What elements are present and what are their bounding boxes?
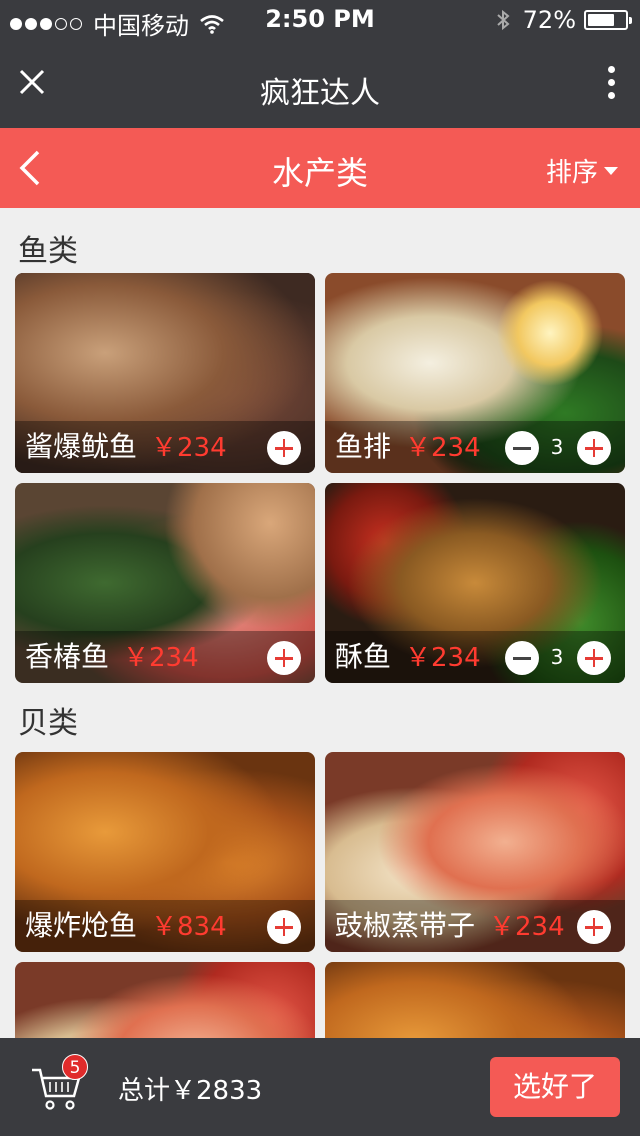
dish-price: ￥234: [123, 643, 199, 673]
dish-price: ￥234: [489, 912, 565, 942]
remove-button[interactable]: [505, 431, 539, 465]
dish-name: 鱼排: [335, 430, 392, 463]
dish-card[interactable]: 酥鱼 ￥234 3: [325, 483, 625, 683]
battery-icon: [584, 10, 632, 30]
dish-name-row: 豉椒蒸带子 ￥234: [335, 904, 565, 944]
dish-card[interactable]: 鱼排 ￥234 3: [325, 273, 625, 473]
dish-card-partial[interactable]: [325, 962, 625, 1038]
dish-name: 豉椒蒸带子: [335, 909, 476, 942]
dish-name: 香椿鱼: [25, 640, 110, 673]
add-button[interactable]: [267, 641, 301, 675]
dish-price: ￥234: [151, 433, 227, 463]
category-nav: 水产类 排序: [0, 128, 640, 208]
dish-name: 爆炸炝鱼: [25, 909, 138, 942]
dish-card-partial[interactable]: [15, 962, 315, 1038]
add-button[interactable]: [577, 431, 611, 465]
app-title: 疯狂达人: [260, 76, 380, 111]
section-title-shellfish: 贝类: [18, 706, 78, 741]
battery-fill: [588, 14, 614, 26]
dish-name-row: 爆炸炝鱼 ￥834: [25, 904, 227, 944]
dish-card[interactable]: 豉椒蒸带子 ￥234: [325, 752, 625, 952]
caret-down-icon: [604, 166, 618, 175]
remove-button[interactable]: [505, 641, 539, 675]
dish-card[interactable]: 爆炸炝鱼 ￥834: [15, 752, 315, 952]
dish-name-row: 香椿鱼 ￥234: [25, 635, 199, 675]
more-vertical-icon[interactable]: [606, 66, 616, 102]
category-title: 水产类: [271, 154, 368, 192]
cart-total: 总计￥2833: [118, 1076, 263, 1106]
status-right: 72%: [495, 6, 632, 34]
dish-price: ￥234: [405, 643, 481, 673]
dish-name-row: 鱼排 ￥234: [335, 425, 481, 465]
confirm-button[interactable]: 选好了: [490, 1057, 620, 1117]
dish-card[interactable]: 香椿鱼 ￥234: [15, 483, 315, 683]
cart-bar: 5 总计￥2833 选好了: [0, 1038, 640, 1136]
dish-name-row: 酥鱼 ￥234: [335, 635, 481, 675]
dish-photo: [325, 962, 625, 1038]
quantity-value: 3: [550, 645, 564, 669]
dish-card[interactable]: 酱爆鱿鱼 ￥234: [15, 273, 315, 473]
add-button[interactable]: [577, 910, 611, 944]
sort-dropdown[interactable]: 排序: [546, 152, 618, 189]
sort-label: 排序: [545, 158, 598, 188]
dish-photo: [15, 962, 315, 1038]
section-title-fish: 鱼类: [18, 234, 78, 269]
cart-count-badge: 5: [62, 1054, 88, 1080]
bluetooth-icon: [496, 9, 510, 31]
dish-name-row: 酱爆鱿鱼 ￥234: [25, 425, 227, 465]
dish-price: ￥834: [151, 912, 227, 942]
app-title-bar: 疯狂达人: [0, 40, 640, 128]
add-button[interactable]: [577, 641, 611, 675]
dish-name: 酱爆鱿鱼: [25, 430, 138, 463]
battery-percent: 72%: [522, 6, 576, 34]
quantity-value: 3: [550, 435, 564, 459]
menu-content[interactable]: 鱼类 酱爆鱿鱼 ￥234 鱼排 ￥234 3 香椿鱼 ￥234 酥鱼 ￥234: [0, 208, 640, 1038]
status-bar: 中国移动 2:50 PM 72%: [0, 0, 640, 40]
add-button[interactable]: [267, 431, 301, 465]
dish-price: ￥234: [405, 433, 481, 463]
add-button[interactable]: [267, 910, 301, 944]
dish-name: 酥鱼: [335, 640, 392, 673]
